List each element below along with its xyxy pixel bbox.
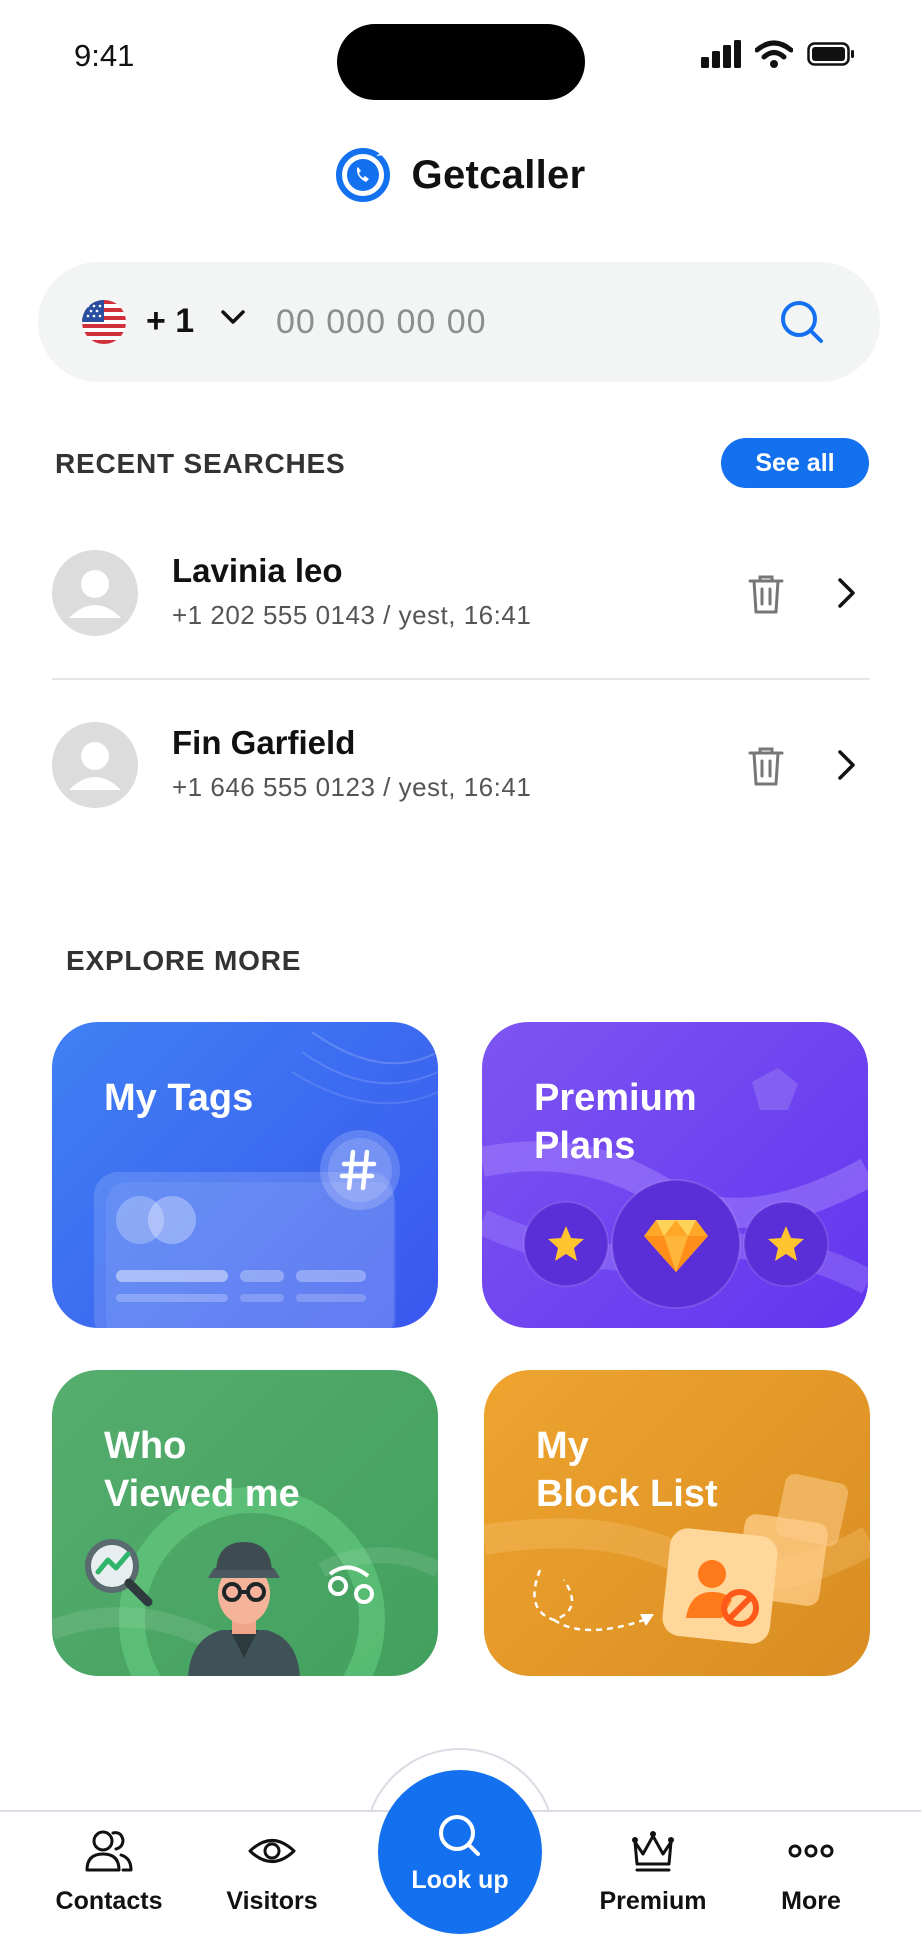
card-premium-plans[interactable]: Premium Plans — [482, 1022, 868, 1328]
spy-icon — [188, 1542, 300, 1676]
hashtag-icon — [320, 1130, 400, 1210]
nav-label: Visitors — [226, 1887, 318, 1915]
us-flag-icon[interactable] — [82, 300, 126, 344]
contacts-icon — [85, 1830, 133, 1872]
nav-label: Contacts — [55, 1887, 163, 1915]
card-title: Who Viewed me — [104, 1425, 300, 1515]
nav-look-up-button[interactable]: Look up — [378, 1770, 542, 1934]
divider — [52, 678, 870, 680]
contact-name: Lavinia leo — [172, 552, 343, 589]
avatar — [52, 550, 138, 636]
eye-icon — [248, 1839, 296, 1863]
card-title: My Tags — [104, 1077, 254, 1119]
recent-item[interactable]: Fin Garfield +1 646 555 0123 / yest, 16:… — [52, 706, 870, 826]
nav-premium[interactable]: Premium — [578, 1828, 728, 1916]
battery-icon — [807, 42, 854, 66]
recent-item[interactable]: Lavinia leo +1 202 555 0143 / yest, 16:4… — [52, 534, 870, 654]
status-bar: 9:41 — [0, 0, 921, 110]
card-title: Premium Plans — [534, 1077, 697, 1167]
blocked-user-icon — [662, 1528, 778, 1644]
wifi-icon — [755, 40, 793, 68]
trash-icon[interactable] — [746, 744, 786, 788]
phone-circle-icon — [335, 148, 390, 202]
diamond-icon — [644, 1220, 708, 1272]
see-all-button[interactable]: See all — [721, 438, 869, 488]
nav-label: More — [781, 1887, 841, 1915]
search-icon[interactable] — [778, 298, 826, 346]
trash-icon[interactable] — [746, 572, 786, 616]
phone-number-input[interactable] — [276, 292, 756, 352]
recent-searches-title: RECENT SEARCHES — [55, 448, 346, 479]
contact-meta: +1 202 555 0143 / yest, 16:41 — [172, 600, 532, 630]
nav-more[interactable]: More — [736, 1828, 886, 1916]
dynamic-island — [337, 24, 585, 100]
phone-search-bar: + 1 — [38, 262, 880, 382]
status-time: 9:41 — [74, 38, 135, 73]
status-icons — [701, 40, 855, 68]
chevron-down-icon[interactable] — [220, 308, 246, 326]
crown-icon — [632, 1831, 674, 1872]
contact-name: Fin Garfield — [172, 724, 356, 761]
card-title: My Block List — [536, 1425, 718, 1515]
card-my-block-list[interactable]: My Block List — [484, 1370, 870, 1676]
signal-icon — [701, 40, 741, 68]
card-my-tags[interactable]: My Tags — [52, 1022, 438, 1328]
nav-contacts[interactable]: Contacts — [34, 1828, 184, 1916]
search-icon — [439, 1815, 480, 1856]
contact-meta: +1 646 555 0123 / yest, 16:41 — [172, 772, 532, 802]
card-who-viewed-me[interactable]: Who Viewed me — [52, 1370, 438, 1676]
app-title: Getcaller — [411, 152, 586, 197]
app-header: Getcaller — [0, 148, 921, 202]
avatar — [52, 722, 138, 808]
chevron-right-icon[interactable] — [836, 576, 858, 610]
more-dots-icon — [788, 1844, 834, 1858]
nav-label: Premium — [599, 1887, 707, 1915]
country-code[interactable]: + 1 — [146, 302, 194, 341]
chevron-right-icon[interactable] — [836, 748, 858, 782]
nav-label: Look up — [411, 1866, 509, 1894]
explore-more-title: EXPLORE MORE — [66, 945, 302, 976]
nav-visitors[interactable]: Visitors — [197, 1828, 347, 1916]
